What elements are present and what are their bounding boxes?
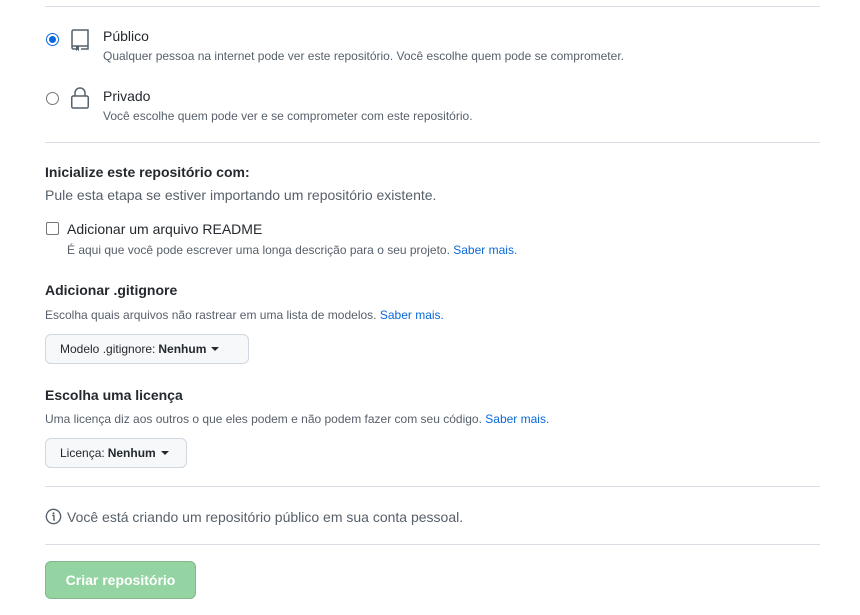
public-notice: Você está criando um repositório público… <box>45 508 463 525</box>
top-divider <box>45 6 820 7</box>
divider-license <box>45 486 820 487</box>
public-description: Qualquer pessoa na internet pode ver est… <box>103 49 624 63</box>
public-radio[interactable] <box>46 33 59 46</box>
license-select-value: Nenhum <box>107 446 156 460</box>
license-learn-more-link[interactable]: Saber mais. <box>485 412 549 426</box>
readme-description-line: É aqui que você pode escrever uma longa … <box>67 243 517 257</box>
info-icon <box>45 508 62 525</box>
gitignore-select-value: Nenhum <box>158 342 207 356</box>
repo-icon <box>71 29 89 51</box>
caret-down-icon <box>160 451 169 455</box>
license-description-line: Uma licença diz aos outros o que eles po… <box>45 412 549 426</box>
private-description: Você escolhe quem pode ver e se comprome… <box>103 109 473 123</box>
license-select-label: Licença: <box>60 446 105 460</box>
divider-notice <box>45 544 820 545</box>
license-select[interactable]: Licença: Nenhum <box>45 438 187 468</box>
public-notice-text: Você está criando um repositório público… <box>67 508 464 525</box>
initialize-subtitle: Pule esta etapa se estiver importando um… <box>45 187 437 203</box>
public-title: Público <box>103 28 149 44</box>
lock-icon <box>71 87 89 109</box>
gitignore-template-select[interactable]: Modelo .gitignore: Nenhum <box>45 334 249 364</box>
gitignore-description: Escolha quais arquivos não rastrear em u… <box>45 308 377 322</box>
license-title: Escolha uma licença <box>45 387 183 403</box>
gitignore-description-line: Escolha quais arquivos não rastrear em u… <box>45 308 444 322</box>
divider-visibility <box>45 142 820 143</box>
readme-checkbox[interactable] <box>46 222 59 235</box>
readme-description: É aqui que você pode escrever uma longa … <box>67 243 450 257</box>
readme-label[interactable]: Adicionar um arquivo README <box>67 221 262 237</box>
private-radio[interactable] <box>46 92 59 105</box>
license-description: Uma licença diz aos outros o que eles po… <box>45 412 482 426</box>
initialize-title: Inicialize este repositório com: <box>45 164 250 180</box>
readme-learn-more-link[interactable]: Saber mais. <box>453 243 517 257</box>
create-repository-button[interactable]: Criar repositório <box>45 561 196 599</box>
gitignore-title: Adicionar .gitignore <box>45 282 178 298</box>
private-title: Privado <box>103 88 151 104</box>
gitignore-learn-more-link[interactable]: Saber mais. <box>380 308 444 322</box>
caret-down-icon <box>211 347 220 351</box>
gitignore-select-label: Modelo .gitignore: <box>60 342 156 356</box>
